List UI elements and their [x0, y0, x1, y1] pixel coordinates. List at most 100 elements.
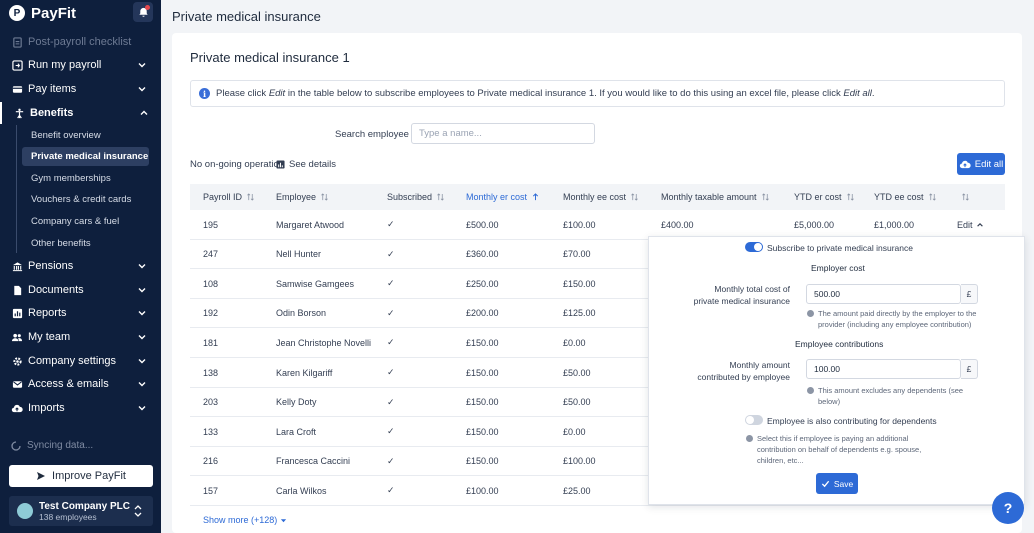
- sort-ascending-icon: [533, 193, 539, 201]
- sort-icon: [321, 193, 328, 201]
- sidebar-item-label: Run my payroll: [28, 59, 102, 71]
- see-details-label: See details: [289, 159, 337, 170]
- employee-contributions-heading: Employee contributions: [795, 339, 884, 349]
- payroll-id-cell: 216: [203, 456, 219, 467]
- chevron-up-icon: [140, 110, 148, 115]
- sidebar-subitem-other-benefits[interactable]: Other benefits: [22, 234, 149, 253]
- payroll-id-cell: 133: [203, 426, 219, 437]
- dependents-label: Employee is also contributing for depend…: [767, 416, 937, 426]
- sort-icon: [247, 193, 254, 201]
- subscribe-toggle[interactable]: [745, 242, 763, 252]
- hint-line: Select this if employee is paying an add…: [757, 434, 909, 443]
- employee-contribution-input[interactable]: [806, 359, 961, 379]
- row-edit-label: Edit: [957, 219, 973, 230]
- column-header-label: Monthly er cost: [466, 192, 528, 202]
- payroll-id-cell: 192: [203, 308, 219, 319]
- sidebar-item-benefits[interactable]: Benefits: [0, 102, 161, 124]
- monthly-ee-cost-cell: £100.00: [563, 456, 596, 467]
- save-button[interactable]: Save: [816, 473, 858, 494]
- toggle-knob: [746, 416, 754, 424]
- employee-name-cell: Lara Croft: [276, 426, 317, 437]
- employee-contribution-label-line: contributed by employee: [697, 372, 790, 382]
- chevron-down-icon: [138, 63, 146, 68]
- search-employee-input[interactable]: [411, 123, 595, 144]
- sidebar-subitem-vouchers-credit-cards[interactable]: Vouchers & credit cards: [22, 190, 149, 209]
- payfit-logo[interactable]: P PayFit: [9, 4, 76, 22]
- column-header-monthly-taxable-amount[interactable]: Monthly taxable amount: [661, 184, 769, 210]
- company-switcher[interactable]: Test Company PLC 138 employees: [9, 496, 153, 526]
- sidebar-item-pay-items[interactable]: Pay items: [0, 78, 161, 100]
- sync-status-label: Syncing data...: [27, 440, 94, 451]
- sidebar-item-access-emails[interactable]: Access & emails: [0, 373, 161, 395]
- column-header-monthly-ee-cost[interactable]: Monthly ee cost: [563, 184, 638, 210]
- pay-items-icon: [11, 83, 23, 95]
- sidebar-item-documents[interactable]: Documents: [0, 279, 161, 301]
- sync-status: Syncing data...: [11, 440, 93, 451]
- hint-line: provider (including any employee contrib…: [818, 320, 972, 329]
- column-header-employee[interactable]: Employee: [276, 184, 328, 210]
- sidebar-item-label: Reports: [28, 307, 67, 319]
- sidebar-item-label: Documents: [28, 284, 84, 296]
- dependents-toggle[interactable]: [745, 415, 763, 425]
- sidebar-item-my-team[interactable]: My team: [0, 326, 161, 348]
- monthly-er-cost-cell: £150.00: [466, 367, 499, 378]
- see-details-link[interactable]: See details: [276, 159, 336, 170]
- help-button[interactable]: ?: [992, 492, 1024, 524]
- subscribed-check-icon: ✓: [387, 278, 395, 289]
- sidebar-item-company-settings[interactable]: Company settings: [0, 350, 161, 372]
- info-text-part: .: [871, 88, 875, 99]
- show-more-label: Show more (+128): [203, 515, 278, 525]
- employer-cost-label: Monthly total cost of private medical in…: [669, 283, 790, 307]
- column-header-label: Subscribed: [387, 192, 433, 202]
- payroll-id-cell: 203: [203, 397, 219, 408]
- company-name: Test Company PLC: [39, 501, 130, 512]
- sidebar-subitem-private-medical-insurance[interactable]: Private medical insurance: [22, 147, 149, 166]
- improve-payfit-button[interactable]: Improve PayFit: [9, 465, 153, 487]
- reports-icon: [11, 307, 23, 319]
- row-edit-button[interactable]: Edit: [957, 210, 984, 239]
- sidebar-item-pensions[interactable]: Pensions: [0, 255, 161, 277]
- sidebar-item-post-payroll-checklist[interactable]: Post-payroll checklist: [0, 31, 161, 53]
- info-text-edit: Edit: [268, 88, 286, 99]
- column-header-subscribed[interactable]: Subscribed: [387, 184, 444, 210]
- sync-spinner-icon: [11, 440, 21, 451]
- column-header-ytd-ee-cost[interactable]: YTD ee cost: [874, 184, 936, 210]
- operation-status: No on-going operation: [190, 159, 285, 170]
- subscribed-check-icon: ✓: [387, 219, 395, 229]
- employer-cost-hint: The amount paid directly by the employer…: [818, 308, 976, 330]
- page-title: Private medical insurance: [172, 9, 321, 24]
- column-header-ytd-er-cost[interactable]: YTD er cost: [794, 184, 854, 210]
- employer-cost-input[interactable]: [806, 284, 961, 304]
- monthly-er-cost-cell: £150.00: [466, 426, 499, 437]
- sidebar-item-label: Imports: [28, 402, 65, 414]
- sidebar-item-run-my-payroll[interactable]: Run my payroll: [0, 54, 161, 76]
- employer-cost-heading: Employer cost: [811, 263, 865, 273]
- edit-all-button[interactable]: Edit all: [957, 153, 1005, 175]
- column-header-payroll-id[interactable]: Payroll ID: [203, 184, 254, 210]
- monthly-er-cost-cell: £250.00: [466, 278, 499, 289]
- monthly-ee-cost-cell: £50.00: [563, 397, 591, 408]
- info-text-edit-all: Edit all: [843, 88, 872, 99]
- employee-name-cell: Margaret Atwood: [276, 219, 345, 230]
- send-icon: [37, 472, 46, 480]
- sidebar-subitem-company-cars-fuel[interactable]: Company cars & fuel: [22, 212, 149, 231]
- column-header-monthly-er-cost[interactable]: Monthly er cost: [466, 184, 539, 210]
- subscribed-check-icon: ✓: [387, 337, 395, 348]
- column-header-label: YTD ee cost: [874, 192, 924, 202]
- sort-icon: [631, 193, 638, 201]
- monthly-taxable-amount-cell: £400.00: [661, 219, 694, 230]
- payfit-logo-mark: P: [9, 5, 25, 21]
- notifications-button[interactable]: [133, 2, 153, 22]
- employee-name-cell: Francesca Caccini: [276, 456, 351, 467]
- sidebar-subitem-gym-memberships[interactable]: Gym memberships: [22, 169, 149, 188]
- show-more-link[interactable]: Show more (+128): [203, 515, 287, 525]
- subscribed-check-icon: ✓: [387, 485, 395, 496]
- sidebar-item-reports[interactable]: Reports: [0, 302, 161, 324]
- column-header-actions[interactable]: [962, 184, 969, 210]
- subscribed-check-icon: ✓: [387, 307, 395, 318]
- sidebar-subitem-benefit-overview[interactable]: Benefit overview: [22, 126, 149, 145]
- currency-unit: £: [961, 359, 978, 379]
- benefits-icon: [13, 107, 25, 119]
- hint-line: The amount paid directly by the employer…: [818, 309, 977, 318]
- sidebar-item-imports[interactable]: Imports: [0, 397, 161, 419]
